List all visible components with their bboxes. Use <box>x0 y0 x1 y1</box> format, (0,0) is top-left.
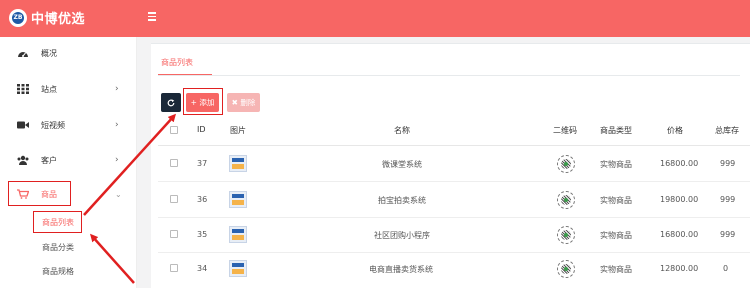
product-price: 12800.00 <box>660 264 699 273</box>
chevron-down-icon: ⌄ <box>115 189 122 199</box>
row-checkbox[interactable] <box>170 195 178 203</box>
product-thumbnail[interactable] <box>229 155 247 172</box>
product-name[interactable]: 电商直播卖货系统 <box>369 264 433 275</box>
product-stock: 999 <box>720 159 736 168</box>
sidebar-item-customers[interactable]: 客户 › <box>0 150 137 170</box>
row-id: 37 <box>197 159 208 168</box>
column-header-id[interactable]: ID <box>197 125 206 134</box>
select-all-checkbox[interactable] <box>170 126 178 134</box>
annotation-highlight-product-list <box>33 211 82 233</box>
tab-product-list[interactable]: 商品列表 <box>161 57 193 68</box>
row-checkbox[interactable] <box>170 230 178 238</box>
row-divider <box>158 252 750 253</box>
product-name[interactable]: 微课堂系统 <box>382 159 422 170</box>
row-divider <box>158 217 750 218</box>
brand-logo-mark: ZB <box>12 11 24 24</box>
column-header-stock[interactable]: 总库存 <box>715 125 739 136</box>
sidebar-subitem-product-spec[interactable]: 商品规格 <box>42 266 74 277</box>
product-price: 16800.00 <box>660 230 699 239</box>
sidebar-item-label: 概况 <box>41 48 57 58</box>
table-header-divider <box>158 145 750 146</box>
column-header-price[interactable]: 价格 <box>667 125 683 136</box>
brand-name: 中博优选 <box>31 12 86 27</box>
sidebar-item-short-video[interactable]: 短视频 › <box>0 115 137 135</box>
product-price: 19800.00 <box>660 195 699 204</box>
top-bar: ZB 中博优选 <box>0 0 750 37</box>
row-divider <box>158 181 750 182</box>
tab-divider <box>158 75 740 76</box>
row-checkbox[interactable] <box>170 159 178 167</box>
column-header-image: 图片 <box>230 126 246 135</box>
video-icon <box>17 121 29 129</box>
column-header-product-type: 商品类型 <box>600 126 632 135</box>
product-type: 实物商品 <box>600 231 632 240</box>
qrcode-icon[interactable] <box>557 260 575 278</box>
product-stock: 999 <box>720 195 736 204</box>
sidebar-item-label: 客户 <box>41 155 57 165</box>
chevron-right-icon: › <box>115 155 119 165</box>
product-price: 16800.00 <box>660 159 699 168</box>
brand[interactable]: ZB 中博优选 <box>9 8 85 27</box>
delete-button[interactable]: ✖ 删除 <box>227 93 260 112</box>
row-checkbox[interactable] <box>170 264 178 272</box>
refresh-button[interactable] <box>161 93 181 112</box>
product-name[interactable]: 拍宝拍卖系统 <box>378 195 426 206</box>
chevron-right-icon: › <box>115 120 119 130</box>
sidebar-item-sites[interactable]: 站点 › <box>0 79 137 99</box>
sidebar-item-overview[interactable]: 概况 <box>0 43 137 63</box>
product-type: 实物商品 <box>600 265 632 274</box>
users-icon <box>17 155 29 165</box>
column-header-qrcode: 二维码 <box>553 126 577 135</box>
qrcode-icon[interactable] <box>557 226 575 244</box>
product-thumbnail[interactable] <box>229 260 247 277</box>
chevron-right-icon: › <box>115 84 119 94</box>
product-type: 实物商品 <box>600 196 632 205</box>
product-thumbnail[interactable] <box>229 226 247 243</box>
product-name[interactable]: 社区团购小程序 <box>374 230 430 241</box>
annotation-highlight-products <box>8 181 71 206</box>
product-type: 实物商品 <box>600 160 632 169</box>
row-id: 34 <box>197 264 208 273</box>
qrcode-icon[interactable] <box>557 155 575 173</box>
column-header-name: 名称 <box>394 126 410 135</box>
sidebar-item-label: 短视频 <box>41 120 65 130</box>
sidebar-subitem-product-category[interactable]: 商品分类 <box>42 242 74 253</box>
product-thumbnail[interactable] <box>229 191 247 208</box>
row-id: 36 <box>197 195 208 204</box>
dashboard-icon <box>18 52 28 57</box>
sidebar-item-label: 站点 <box>41 84 57 94</box>
product-stock: 0 <box>723 264 729 273</box>
brand-logo: ZB <box>9 8 27 27</box>
row-id: 35 <box>197 230 208 239</box>
product-stock: 999 <box>720 230 736 239</box>
hamburger-menu-icon[interactable] <box>148 12 156 22</box>
qrcode-icon[interactable] <box>557 191 575 209</box>
refresh-icon <box>167 98 175 106</box>
annotation-highlight-add <box>183 88 223 115</box>
grid-icon <box>17 84 29 94</box>
